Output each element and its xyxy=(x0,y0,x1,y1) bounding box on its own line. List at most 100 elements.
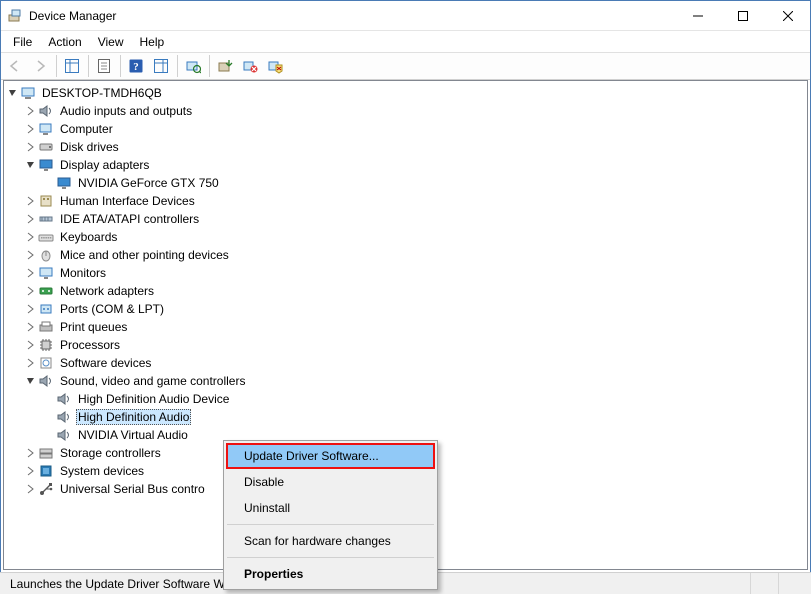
cpu-icon xyxy=(38,337,54,353)
hid-icon xyxy=(38,193,54,209)
tree-item-label: Computer xyxy=(58,121,115,137)
menu-file[interactable]: File xyxy=(5,33,40,51)
chevron-down-icon[interactable] xyxy=(24,158,38,172)
menu-help[interactable]: Help xyxy=(132,33,173,51)
tree-item-label: Mice and other pointing devices xyxy=(58,247,231,263)
close-button[interactable] xyxy=(765,1,810,31)
properties-icon xyxy=(96,58,112,74)
minimize-button[interactable] xyxy=(675,1,720,31)
menu-view[interactable]: View xyxy=(90,33,132,51)
tree-item-cat-12[interactable]: Processors xyxy=(4,336,807,354)
context-separator xyxy=(227,524,434,525)
chevron-right-icon[interactable] xyxy=(24,302,38,316)
context-separator xyxy=(227,557,434,558)
chevron-right-icon[interactable] xyxy=(24,266,38,280)
system-icon xyxy=(38,463,54,479)
tree-item-label: Disk drives xyxy=(58,139,121,155)
chevron-down-icon[interactable] xyxy=(24,374,38,388)
uninstall-icon xyxy=(242,58,258,74)
tree-item-cat-3-child-0[interactable]: NVIDIA GeForce GTX 750 xyxy=(4,174,807,192)
chevron-right-icon[interactable] xyxy=(24,320,38,334)
tree-item-cat-11[interactable]: Print queues xyxy=(4,318,807,336)
tree-item-cat-5[interactable]: IDE ATA/ATAPI controllers xyxy=(4,210,807,228)
scan-hardware-button[interactable] xyxy=(181,54,205,78)
chevron-down-icon[interactable] xyxy=(6,86,20,100)
tree-item-cat-10[interactable]: Ports (COM & LPT) xyxy=(4,300,807,318)
tree-item-label: Print queues xyxy=(58,319,129,335)
printer-icon xyxy=(38,319,54,335)
back-button[interactable] xyxy=(3,54,27,78)
tree-item-label: Storage controllers xyxy=(58,445,163,461)
tree-item-label: Software devices xyxy=(58,355,153,371)
tree-item-label: Network adapters xyxy=(58,283,156,299)
tree-item-cat-9[interactable]: Network adapters xyxy=(4,282,807,300)
action-pane-button[interactable] xyxy=(149,54,173,78)
chevron-right-icon[interactable] xyxy=(24,140,38,154)
tree-item-cat-1[interactable]: Computer xyxy=(4,120,807,138)
chevron-right-icon[interactable] xyxy=(24,194,38,208)
disk-icon xyxy=(38,139,54,155)
menu-bar: File Action View Help xyxy=(1,31,810,52)
menu-action[interactable]: Action xyxy=(40,33,89,51)
context-scan[interactable]: Scan for hardware changes xyxy=(226,528,435,554)
tree-item-cat-6[interactable]: Keyboards xyxy=(4,228,807,246)
tree-item-cat-2[interactable]: Disk drives xyxy=(4,138,807,156)
maximize-button[interactable] xyxy=(720,1,765,31)
tree-item-cat-13[interactable]: Software devices xyxy=(4,354,807,372)
tree-item-label: NVIDIA Virtual Audio xyxy=(76,427,190,443)
chevron-right-icon[interactable] xyxy=(24,338,38,352)
tree-item-cat-0[interactable]: Audio inputs and outputs xyxy=(4,102,807,120)
chevron-right-icon[interactable] xyxy=(24,122,38,136)
properties-button[interactable] xyxy=(92,54,116,78)
tree-item-cat-8[interactable]: Monitors xyxy=(4,264,807,282)
computer-root-icon xyxy=(20,85,36,101)
tree-item-root[interactable]: DESKTOP-TMDH6QB xyxy=(4,84,807,102)
title-bar: Device Manager xyxy=(1,1,810,31)
disable-button[interactable] xyxy=(263,54,287,78)
sound-icon xyxy=(38,373,54,389)
tree-item-label: Keyboards xyxy=(58,229,119,245)
chevron-right-icon[interactable] xyxy=(24,230,38,244)
chevron-right-icon[interactable] xyxy=(24,482,38,496)
keyboard-icon xyxy=(38,229,54,245)
show-hide-tree-button[interactable] xyxy=(60,54,84,78)
speaker-icon xyxy=(38,103,54,119)
tree-item-cat-3[interactable]: Display adapters xyxy=(4,156,807,174)
chevron-right-icon[interactable] xyxy=(24,248,38,262)
tree-item-label: Monitors xyxy=(58,265,108,281)
context-properties[interactable]: Properties xyxy=(226,561,435,587)
tree-item-cat-14-child-1[interactable]: High Definition Audio xyxy=(4,408,807,426)
status-cell xyxy=(779,573,807,594)
tree-pane-icon xyxy=(64,58,80,74)
toolbar: ? xyxy=(1,52,810,80)
update-driver-button[interactable] xyxy=(213,54,237,78)
tree-item-cat-14[interactable]: Sound, video and game controllers xyxy=(4,372,807,390)
chevron-right-icon[interactable] xyxy=(24,464,38,478)
tree-item-label: High Definition Audio xyxy=(76,409,191,425)
tree-item-label: High Definition Audio Device xyxy=(76,391,231,407)
software-icon xyxy=(38,355,54,371)
disable-icon xyxy=(267,58,283,74)
tree-item-cat-7[interactable]: Mice and other pointing devices xyxy=(4,246,807,264)
chevron-right-icon[interactable] xyxy=(24,284,38,298)
tree-item-label: Processors xyxy=(58,337,122,353)
ide-icon xyxy=(38,211,54,227)
status-cell xyxy=(751,573,779,594)
pane-icon xyxy=(153,58,169,74)
uninstall-button[interactable] xyxy=(238,54,262,78)
scan-icon xyxy=(185,58,201,74)
tree-item-cat-14-child-0[interactable]: High Definition Audio Device xyxy=(4,390,807,408)
chevron-right-icon[interactable] xyxy=(24,104,38,118)
monitor-icon xyxy=(38,265,54,281)
context-uninstall[interactable]: Uninstall xyxy=(226,495,435,521)
forward-button[interactable] xyxy=(28,54,52,78)
context-disable[interactable]: Disable xyxy=(226,469,435,495)
tree-item-cat-4[interactable]: Human Interface Devices xyxy=(4,192,807,210)
chevron-right-icon[interactable] xyxy=(24,446,38,460)
update-driver-icon xyxy=(217,58,233,74)
chevron-right-icon[interactable] xyxy=(24,356,38,370)
speaker-icon xyxy=(56,409,72,425)
help-button[interactable]: ? xyxy=(124,54,148,78)
context-update-driver[interactable]: Update Driver Software... xyxy=(226,443,435,469)
chevron-right-icon[interactable] xyxy=(24,212,38,226)
